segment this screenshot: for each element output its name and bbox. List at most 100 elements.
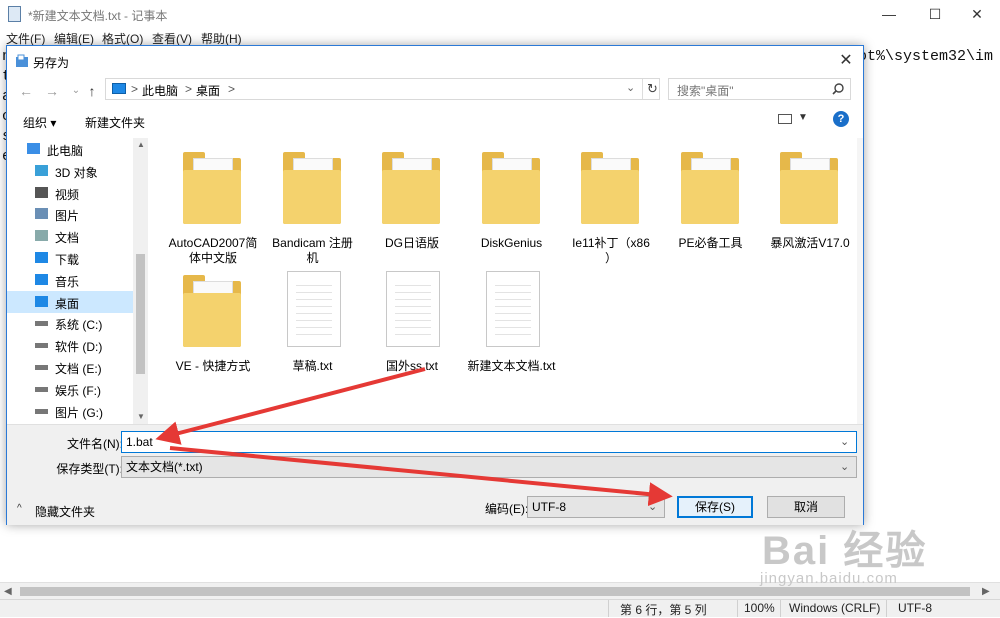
file-name: 草稿.txt <box>265 359 361 374</box>
sidebar-item[interactable]: 视频 <box>7 182 133 204</box>
download-icon <box>35 252 48 263</box>
sidebar-item[interactable]: 3D 对象 <box>7 160 133 182</box>
encoding-label: 编码(E): <box>485 502 529 516</box>
folder-item[interactable]: DG日语版 <box>364 144 460 266</box>
filetype-select[interactable]: 文本文档(*.txt) ⌄ <box>121 456 857 478</box>
sidebar-item[interactable]: 图片 (G:) <box>7 400 133 422</box>
folder-item[interactable]: PE必备工具 <box>663 144 759 266</box>
file-item[interactable]: 新建文本文档.txt <box>464 267 560 389</box>
sidebar-item-label: 图片 (G:) <box>55 405 103 420</box>
folder-item[interactable]: Ie11补丁（x86） <box>563 144 659 266</box>
computer-icon <box>27 143 40 154</box>
folder-item[interactable]: 暴风激活V17.0 <box>762 144 858 266</box>
breadcrumb-separator: > <box>185 82 193 96</box>
minimize-button[interactable]: — <box>866 0 912 28</box>
notepad-title: *新建文本文档.txt - 记事本 <box>28 9 168 23</box>
sidebar-item[interactable]: 下载 <box>7 247 133 269</box>
file-name-line: 体中文版 <box>188 251 237 265</box>
file-name: 新建文本文档.txt <box>464 359 560 374</box>
folder-icon <box>581 152 639 224</box>
encoding-status: UTF-8 <box>898 601 932 615</box>
sidebar-item-label: 3D 对象 <box>55 165 98 180</box>
address-dropdown-icon[interactable]: ⌄ <box>626 81 635 94</box>
filename-input[interactable]: 1.bat ⌄ <box>121 431 857 453</box>
dialog-titlebar: 另存为 ✕ <box>7 46 863 76</box>
close-button[interactable]: ✕ <box>954 0 1000 28</box>
encoding-select[interactable]: UTF-8 ⌄ <box>527 496 665 518</box>
file-list: AutoCAD2007简 体中文版 Bandicam 注册机 DG日语版 DiskGen… <box>148 138 863 424</box>
sidebar-item[interactable]: 此电脑 <box>7 138 133 160</box>
filetype-dropdown-icon[interactable]: ⌄ <box>840 457 849 477</box>
music-icon <box>35 273 48 285</box>
sidebar-item[interactable]: 音乐 <box>7 269 133 291</box>
folder-icon <box>183 152 241 224</box>
sidebar-item-label: 桌面 <box>55 296 80 311</box>
file-name-line: 机 <box>306 251 319 265</box>
file-name: Bandicam 注册机 <box>265 236 361 266</box>
drive-icon <box>35 321 48 327</box>
sidebar-item-label: 文档 (E:) <box>55 362 102 376</box>
folder-item[interactable]: VE - 快捷方式 <box>165 267 261 389</box>
up-icon[interactable]: ↑ <box>83 82 101 100</box>
sidebar-scrollbar[interactable]: ▲ ▼ <box>133 138 148 424</box>
refresh-icon[interactable]: ↻ <box>647 81 658 97</box>
file-name-line: AutoCAD2007简 <box>168 236 258 250</box>
view-dropdown-icon[interactable]: ▼ <box>798 112 808 123</box>
folder-icon <box>382 152 440 224</box>
save-dialog-icon <box>16 54 28 67</box>
navigation-row: ← → ⌄ ↑ > 此电脑 > 桌面 > ⌄ ↻ 搜索"桌面" <box>7 76 863 106</box>
view-options-icon[interactable] <box>778 114 792 124</box>
scroll-thumb[interactable] <box>136 254 145 374</box>
filename-dropdown-icon[interactable]: ⌄ <box>840 432 849 452</box>
notepad-menubar: 文件(F) 编辑(E) 格式(O) 查看(V) 帮助(H) <box>0 28 1000 46</box>
hide-folders-button[interactable]: 隐藏文件夹 <box>35 503 95 520</box>
new-folder-button[interactable]: 新建文件夹 <box>85 114 145 131</box>
sidebar-item[interactable]: 桌面 <box>7 290 133 313</box>
search-placeholder: 搜索"桌面" <box>677 84 734 98</box>
file-list-scrollbar[interactable] <box>857 138 863 424</box>
forward-icon[interactable]: → <box>43 82 61 100</box>
scroll-left-icon[interactable]: ◀ <box>4 586 12 597</box>
folder-icon <box>680 152 739 224</box>
scroll-right-icon[interactable]: ▶ <box>982 586 990 597</box>
sidebar-item[interactable]: 图片 <box>7 203 133 225</box>
dialog-close-button[interactable]: ✕ <box>835 50 857 72</box>
line-ending: Windows (CRLF) <box>789 601 881 615</box>
folder-item[interactable]: DiskGenius <box>464 144 560 266</box>
breadcrumb-desktop[interactable]: 桌面 <box>196 82 220 99</box>
scroll-down-icon[interactable]: ▼ <box>137 412 145 421</box>
search-icon[interactable] <box>832 83 844 95</box>
organize-button[interactable]: 组织 ▾ <box>23 114 56 131</box>
breadcrumb-this-pc[interactable]: 此电脑 <box>142 82 178 99</box>
maximize-button[interactable]: ☐ <box>912 0 958 28</box>
sidebar-item[interactable]: 娱乐 (F:) <box>7 378 133 400</box>
file-name-line: 国外ss.txt <box>385 359 438 373</box>
back-icon[interactable]: ← <box>17 82 35 100</box>
file-name: 国外ss.txt <box>364 359 460 374</box>
folder-item[interactable]: Bandicam 注册机 <box>265 144 361 266</box>
address-bar[interactable]: > 此电脑 > 桌面 > ⌄ ↻ <box>105 78 660 100</box>
help-icon[interactable]: ? <box>833 111 849 127</box>
file-name-line: ） <box>604 251 617 265</box>
file-item[interactable]: 国外ss.txt <box>364 267 460 389</box>
notepad-icon <box>8 6 21 22</box>
folder-item[interactable]: AutoCAD2007简 体中文版 <box>165 144 261 266</box>
scroll-up-icon[interactable]: ▲ <box>137 140 145 149</box>
encoding-dropdown-icon[interactable]: ⌄ <box>648 497 657 517</box>
command-bar: 组织 ▾ 新建文件夹 ▼ ? <box>7 106 863 136</box>
file-item[interactable]: 草稿.txt <box>265 267 361 389</box>
sidebar-item-label: 下载 <box>55 253 80 267</box>
sidebar-item-label: 此电脑 <box>47 144 84 158</box>
folder-icon <box>481 152 540 224</box>
breadcrumb-separator: > <box>228 82 236 96</box>
file-name-line: DiskGenius <box>480 236 543 250</box>
file-name: DG日语版 <box>364 236 460 251</box>
file-name-line: VE - 快捷方式 <box>175 359 251 373</box>
collapse-icon[interactable]: ^ <box>17 503 22 514</box>
sidebar-item[interactable]: 文档 <box>7 225 133 247</box>
sidebar-item-label: 音乐 <box>55 274 80 289</box>
sidebar-item[interactable]: 文档 (E:) <box>7 356 133 378</box>
search-box[interactable]: 搜索"桌面" <box>668 78 851 100</box>
sidebar-item[interactable]: 软件 (D:) <box>7 334 133 356</box>
sidebar-item[interactable]: 系统 (C:) <box>7 312 133 334</box>
